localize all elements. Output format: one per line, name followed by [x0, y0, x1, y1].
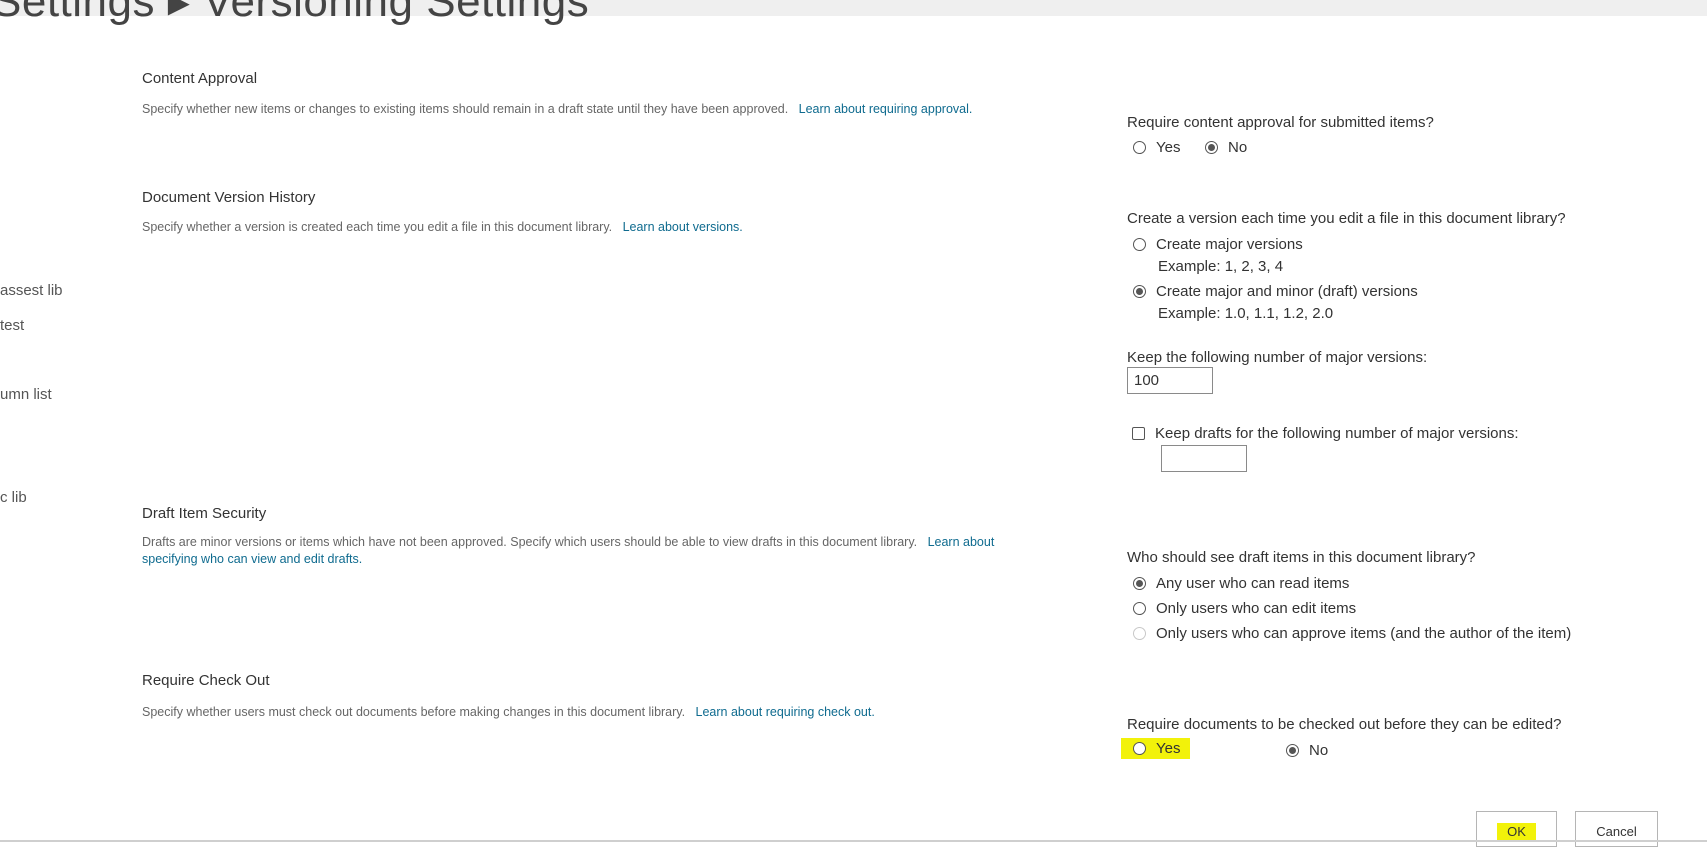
keep-drafts-checkbox[interactable] — [1132, 427, 1145, 440]
draft-editors-label: Only users who can edit items — [1156, 600, 1357, 617]
draft-any-reader-option[interactable]: Any user who can read items — [1133, 575, 1349, 592]
draft-security-description: Drafts are minor versions or items which… — [142, 534, 1042, 568]
version-history-description: Specify whether a version is created eac… — [142, 219, 1042, 236]
learn-requiring-approval-link[interactable]: Learn about requiring approval. — [799, 102, 973, 116]
learn-check-out-link[interactable]: Learn about requiring check out. — [696, 705, 875, 719]
version-history-question: Create a version each time you edit a fi… — [1127, 210, 1566, 227]
major-versions-count-input[interactable]: 100 — [1127, 367, 1213, 394]
page-title: Settings ▸ Versioning Settings — [0, 0, 590, 26]
keep-drafts-label: Keep drafts for the following number of … — [1155, 425, 1519, 442]
ok-button-label: OK — [1497, 823, 1536, 840]
major-versions-count-label: Keep the following number of major versi… — [1127, 349, 1428, 366]
nav-item-lib[interactable]: c lib — [0, 489, 27, 506]
major-versions-label: Create major versions — [1156, 236, 1303, 253]
draft-editors-radio[interactable] — [1133, 602, 1146, 615]
content-approval-yes-radio[interactable] — [1133, 141, 1146, 154]
content-approval-title: Content Approval — [142, 70, 258, 87]
draft-any-reader-radio[interactable] — [1133, 577, 1146, 590]
version-history-title: Document Version History — [142, 189, 316, 206]
content-approval-description: Specify whether new items or changes to … — [142, 101, 1042, 118]
check-out-no-label: No — [1309, 742, 1329, 759]
draft-security-description-text: Drafts are minor versions or items which… — [142, 535, 918, 549]
draft-editors-option[interactable]: Only users who can edit items — [1133, 600, 1356, 617]
major-minor-versions-option[interactable]: Create major and minor (draft) versions — [1133, 283, 1418, 300]
check-out-question: Require documents to be checked out befo… — [1127, 716, 1562, 733]
check-out-yes-option[interactable]: Yes — [1121, 738, 1191, 759]
major-minor-versions-label: Create major and minor (draft) versions — [1156, 283, 1418, 300]
content-approval-no-radio[interactable] — [1205, 141, 1218, 154]
major-versions-radio[interactable] — [1133, 238, 1146, 251]
keep-drafts-count-input[interactable] — [1161, 445, 1247, 472]
content-approval-description-text: Specify whether new items or changes to … — [142, 102, 789, 116]
content-approval-no-label: No — [1228, 139, 1248, 156]
major-versions-example: Example: 1, 2, 3, 4 — [1158, 258, 1284, 275]
draft-security-title: Draft Item Security — [142, 505, 267, 522]
draft-approvers-label: Only users who can approve items (and th… — [1156, 625, 1572, 642]
keep-drafts-option[interactable]: Keep drafts for the following number of … — [1132, 425, 1519, 442]
check-out-yes-radio[interactable] — [1133, 742, 1146, 755]
version-history-description-text: Specify whether a version is created eac… — [142, 220, 613, 234]
draft-security-question: Who should see draft items in this docum… — [1127, 549, 1476, 566]
nav-item-assest-lib[interactable]: assest lib — [0, 282, 63, 299]
check-out-yes-label: Yes — [1156, 740, 1181, 757]
major-minor-versions-example: Example: 1.0, 1.1, 1.2, 2.0 — [1158, 305, 1334, 322]
check-out-description-text: Specify whether users must check out doc… — [142, 705, 686, 719]
check-out-no-radio[interactable] — [1286, 744, 1299, 757]
major-versions-option[interactable]: Create major versions — [1133, 236, 1303, 253]
nav-item-test[interactable]: test — [0, 317, 24, 334]
draft-any-reader-label: Any user who can read items — [1156, 575, 1350, 592]
learn-versions-link[interactable]: Learn about versions. — [623, 220, 743, 234]
content-approval-yes-option[interactable]: Yes — [1133, 139, 1180, 156]
cancel-button-label: Cancel — [1596, 824, 1637, 839]
content-approval-yes-label: Yes — [1156, 139, 1181, 156]
major-minor-versions-radio[interactable] — [1133, 285, 1146, 298]
check-out-description: Specify whether users must check out doc… — [142, 704, 1042, 721]
check-out-title: Require Check Out — [142, 672, 270, 689]
draft-approvers-option: Only users who can approve items (and th… — [1133, 625, 1571, 642]
check-out-no-option[interactable]: No — [1286, 742, 1328, 759]
content-approval-no-option[interactable]: No — [1205, 139, 1247, 156]
draft-approvers-radio — [1133, 627, 1146, 640]
nav-item-column-list[interactable]: umn list — [0, 386, 52, 403]
content-approval-question: Require content approval for submitted i… — [1127, 114, 1434, 131]
